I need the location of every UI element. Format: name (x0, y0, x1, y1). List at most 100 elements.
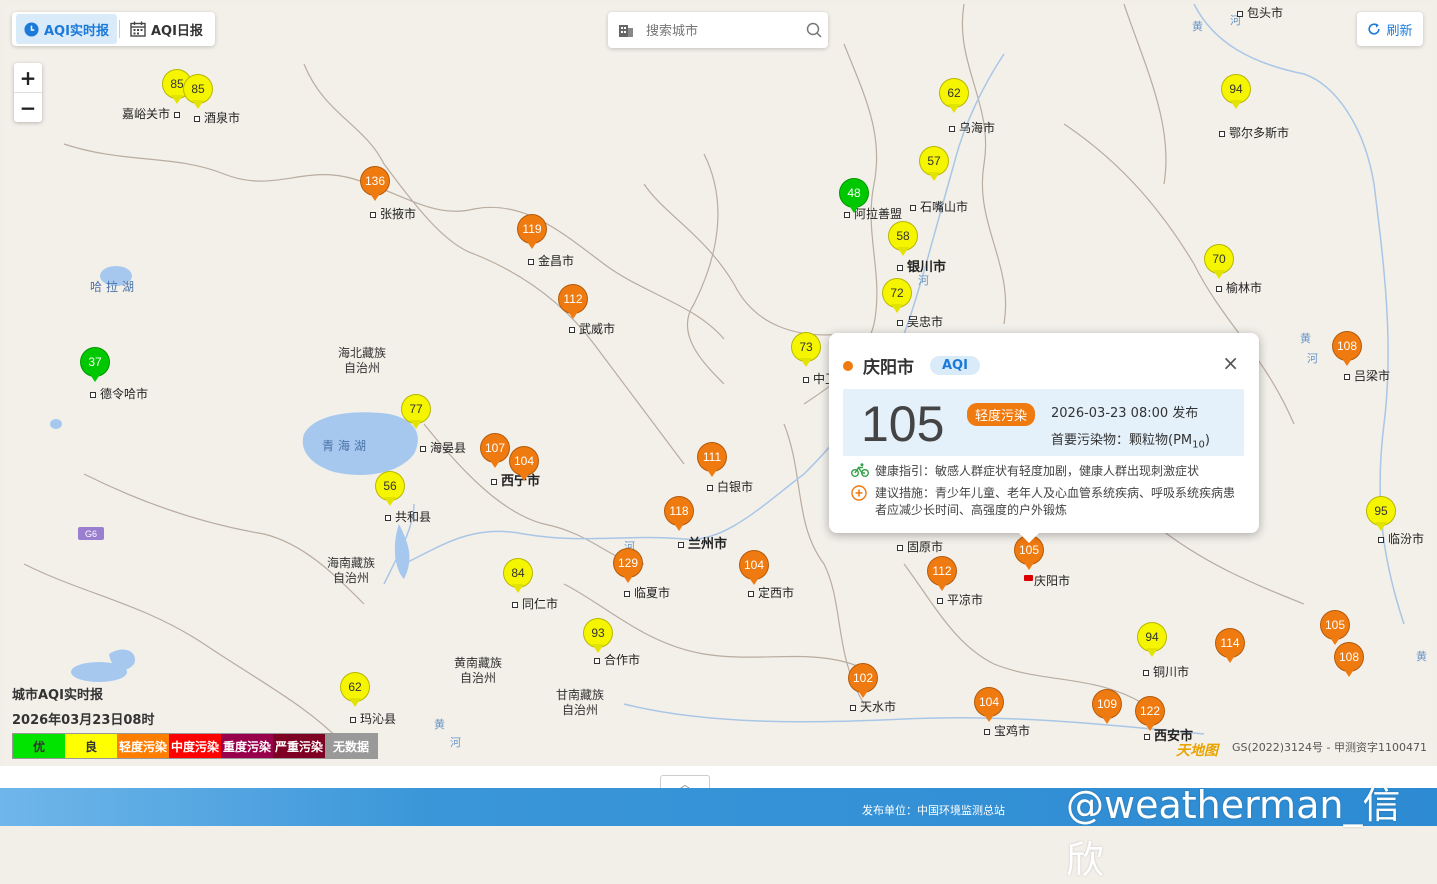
tab-aqi-realtime[interactable]: AQI实时报 (16, 14, 117, 44)
region-label: 甘南藏族 自治州 (556, 688, 605, 717)
city-search (608, 12, 828, 48)
clock-icon (24, 21, 39, 37)
aqi-marker[interactable]: 122 (1135, 696, 1165, 734)
refresh-icon (1367, 22, 1381, 36)
aqi-marker[interactable]: 136 (360, 166, 390, 204)
city-label: 临夏市 (624, 584, 670, 601)
publisher-text: 发布单位：中国环境监测总站 (862, 804, 1005, 817)
city-label: 海晏县 (420, 439, 466, 456)
aqi-marker[interactable]: 95 (1366, 496, 1396, 534)
footer-bar: 发布单位：中国环境监测总站 @weatherman_信欣 (0, 783, 1437, 882)
city-label: 包头市 (1237, 4, 1283, 21)
aqi-marker[interactable]: 118 (664, 496, 694, 534)
legend-time: 2026年03月23日08时 (12, 713, 155, 728)
aqi-marker[interactable]: 84 (503, 558, 533, 596)
publish-time: 2026-03-23 08:00 发布 (1051, 406, 1199, 421)
close-icon[interactable]: × (1222, 353, 1239, 373)
advice-text: 建议措施：青少年儿童、老年人及心血管系统疾病、呼吸系统疾病患者应减少长时间、高强… (875, 486, 1236, 517)
city-label: 中卫市 (803, 370, 829, 387)
aqi-marker[interactable]: 72 (882, 278, 912, 316)
city-label: 玛沁县 (350, 710, 396, 727)
legend-item: 严重污染 (273, 734, 325, 758)
city-label: 德令哈市 (90, 385, 148, 402)
zoom-control: + − (14, 63, 42, 122)
city-label: 张掖市 (370, 205, 416, 222)
popup-city: 庆阳市 (863, 358, 914, 378)
region-label: 海北藏族 自治州 (338, 346, 387, 375)
aqi-marker[interactable]: 73 (791, 332, 821, 370)
aqi-marker[interactable]: 129 (613, 548, 643, 586)
aqi-value: 105 (861, 396, 945, 452)
aqi-marker[interactable]: 37 (80, 347, 110, 385)
map-provider-logo: 天地图 (1176, 743, 1218, 759)
city-label: 铜川市 (1143, 663, 1189, 680)
aqi-marker[interactable]: 94 (1221, 74, 1251, 112)
aqi-marker[interactable]: 111 (697, 442, 727, 480)
city-label: 庆阳市 (1034, 574, 1071, 588)
aqi-marker[interactable]: 58 (888, 221, 918, 259)
legend-item: 优 (13, 734, 65, 758)
tab-label: AQI日报 (150, 23, 203, 39)
city-label: 共和县 (385, 508, 431, 525)
health-guide: 健康指引：敏感人群症状有轻度加剧，健康人群出现刺激症状 (875, 464, 1200, 478)
aqi-marker[interactable]: 77 (401, 394, 431, 432)
aqi-marker[interactable]: 109 (1092, 689, 1122, 727)
calendar-icon (130, 21, 146, 37)
tab-label: AQI实时报 (44, 23, 109, 39)
aqi-marker[interactable]: 48 (839, 178, 869, 216)
refresh-button[interactable]: 刷新 (1357, 12, 1423, 46)
river-label: 黄 (1300, 333, 1311, 345)
aqi-summary: 105 轻度污染 2026-03-23 08:00 发布 首要污染物：颗粒物(P… (843, 389, 1244, 456)
report-tabs: AQI实时报 AQI日报 (12, 12, 215, 46)
aqi-marker[interactable]: 107 (480, 433, 510, 471)
tab-aqi-daily[interactable]: AQI日报 (122, 14, 211, 44)
river-label: 黄 (1192, 21, 1203, 33)
legend-item: 无数据 (325, 734, 377, 758)
legend-item: 重度污染 (221, 734, 273, 758)
aqi-level-badge: 轻度污染 (967, 403, 1036, 426)
city-label: 固原市 (897, 538, 943, 555)
city-label: 石嘴山市 (910, 198, 968, 215)
legend-item: 轻度污染 (117, 734, 169, 758)
aqi-legend: 优 良 轻度污染 中度污染 重度污染 严重污染 无数据 (12, 733, 378, 759)
aqi-marker[interactable]: 108 (1334, 642, 1364, 680)
aqi-marker[interactable]: 85 (183, 74, 213, 112)
aqi-marker[interactable]: 112 (558, 284, 588, 322)
aqi-tag: AQI (930, 356, 980, 375)
zoom-in-button[interactable]: + (14, 63, 42, 93)
aqi-marker[interactable]: 56 (375, 471, 405, 509)
medical-icon (851, 485, 875, 519)
popup-header: 庆阳市 AQI (843, 353, 980, 378)
city-label: 武威市 (569, 320, 615, 337)
aqi-marker[interactable]: 114 (1215, 628, 1245, 666)
aqi-marker[interactable]: 119 (517, 214, 547, 252)
city-label: 白银市 (707, 478, 753, 495)
zoom-out-button[interactable]: − (14, 93, 42, 122)
aqi-marker[interactable]: 104 (974, 687, 1004, 725)
river-label: 河 (1307, 353, 1318, 365)
aqi-marker[interactable]: 93 (583, 618, 613, 656)
aqi-marker[interactable]: 70 (1204, 244, 1234, 282)
lake-label: 哈拉湖 (90, 280, 139, 294)
primary-pollutant: 首要污染物：颗粒物(PM10) (1051, 433, 1210, 451)
refresh-label: 刷新 (1386, 23, 1413, 39)
aqi-marker[interactable]: 108 (1332, 331, 1362, 369)
region-label: 海南藏族 自治州 (327, 556, 376, 585)
search-icon[interactable] (806, 22, 822, 38)
aqi-marker[interactable]: 112 (927, 556, 957, 594)
region-label: 黄南藏族 自治州 (454, 656, 503, 685)
city-aqi-popup: 庆阳市 AQI × 105 轻度污染 2026-03-23 08:00 发布 首… (829, 333, 1259, 543)
aqi-marker[interactable]: 62 (939, 78, 969, 116)
building-icon (618, 22, 634, 38)
aqi-marker[interactable]: 104 (509, 446, 539, 484)
search-input[interactable] (644, 21, 788, 39)
aqi-marker[interactable]: 104 (739, 550, 769, 588)
lake-label: 青海湖 (322, 439, 371, 453)
aqi-marker[interactable]: 62 (340, 672, 370, 710)
river-label: 黄 (434, 719, 445, 731)
aqi-marker[interactable]: 57 (919, 146, 949, 184)
city-label: 兰州市 (678, 533, 727, 552)
tab-divider (118, 20, 120, 38)
aqi-marker[interactable]: 94 (1137, 622, 1167, 660)
aqi-marker[interactable]: 102 (848, 663, 878, 701)
